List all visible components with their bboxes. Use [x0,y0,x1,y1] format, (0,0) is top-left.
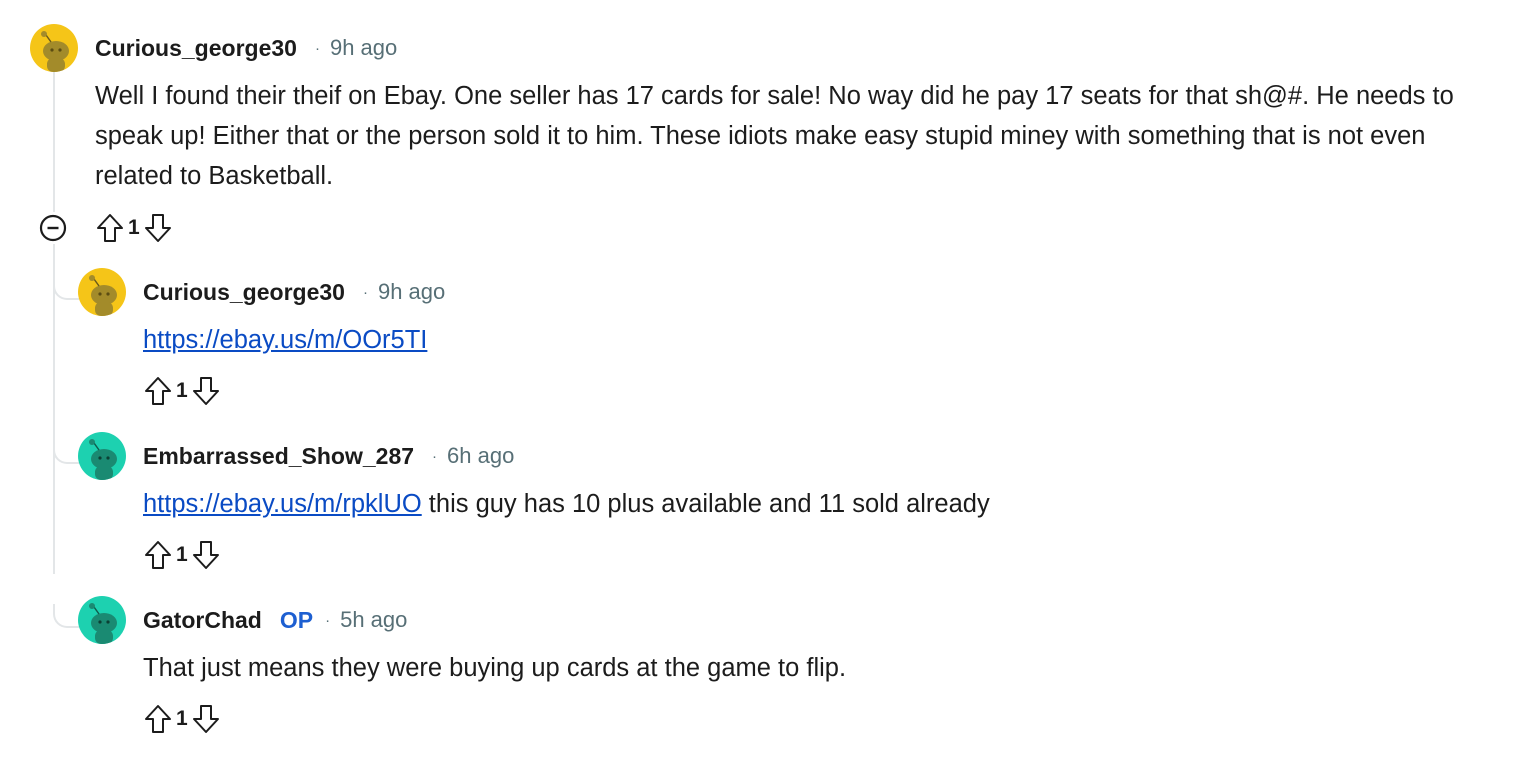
comment-timestamp[interactable]: 9h ago [330,35,397,61]
thread-line-root [53,72,55,212]
comment-text: this guy has 10 plus available and 11 so… [421,490,990,518]
downvote-arrow-icon [144,214,171,242]
user-avatar[interactable] [78,268,126,316]
upvote-arrow-icon [145,705,171,733]
snoo-avatar-icon [78,596,126,644]
comment-body: That just means they were buying up card… [143,654,847,682]
comment-link[interactable]: https://ebay.us/m/OOr5TI [143,326,427,354]
comment-meta: Embarrassed_Show_287 · 6h ago [143,441,514,471]
downvote-button[interactable] [142,212,174,244]
upvote-button[interactable] [94,212,126,244]
meta-separator: · [325,611,331,629]
user-avatar[interactable] [78,432,126,480]
thread-connector [53,604,79,628]
vote-bar: 1 [142,701,222,737]
vote-bar: 1 [94,210,174,246]
upvote-arrow-icon [97,214,123,242]
comment-body: https://ebay.us/m/OOr5TI [143,320,427,360]
downvote-arrow-icon [192,377,219,405]
thread-connector [53,440,79,464]
author-name[interactable]: Curious_george30 [143,279,345,306]
vote-score: 1 [176,543,188,566]
meta-separator: · [362,283,368,301]
vote-score: 1 [128,216,140,239]
comment-timestamp[interactable]: 6h ago [447,443,514,469]
comment-timestamp[interactable]: 5h ago [340,607,407,633]
comment-meta: Curious_george30 · 9h ago [95,33,397,63]
comment-meta: Curious_george30 · 9h ago [143,277,445,307]
upvote-button[interactable] [142,539,174,571]
user-avatar[interactable] [30,24,78,72]
upvote-arrow-icon [145,541,171,569]
collapse-minus-icon [39,214,67,242]
comment-body: Well I found their theif on Ebay. One se… [95,82,1454,190]
snoo-avatar-icon [30,24,78,72]
author-name[interactable]: Embarrassed_Show_287 [143,443,414,470]
downvote-button[interactable] [190,703,222,735]
comment-link[interactable]: https://ebay.us/m/rpklUO [143,490,422,518]
author-name[interactable]: Curious_george30 [95,35,297,62]
snoo-avatar-icon [78,432,126,480]
op-badge: OP [279,606,314,633]
vote-bar: 1 [142,373,222,409]
downvote-button[interactable] [190,375,222,407]
snoo-avatar-icon [78,268,126,316]
downvote-button[interactable] [190,539,222,571]
user-avatar[interactable] [78,596,126,644]
downvote-arrow-icon [192,541,219,569]
meta-separator: · [314,39,320,57]
downvote-arrow-icon [192,705,219,733]
upvote-button[interactable] [142,703,174,735]
vote-bar: 1 [142,537,222,573]
collapse-button[interactable] [39,214,67,242]
upvote-arrow-icon [145,377,171,405]
author-name[interactable]: GatorChad [143,607,262,634]
vote-score: 1 [176,379,188,402]
vote-score: 1 [176,707,188,730]
comment-body: https://ebay.us/m/rpklUO this guy has 10… [143,484,990,524]
upvote-button[interactable] [142,375,174,407]
comment-meta: GatorChad OP · 5h ago [143,605,407,635]
meta-separator: · [432,447,438,465]
comment-timestamp[interactable]: 9h ago [378,279,445,305]
thread-connector [53,276,79,300]
